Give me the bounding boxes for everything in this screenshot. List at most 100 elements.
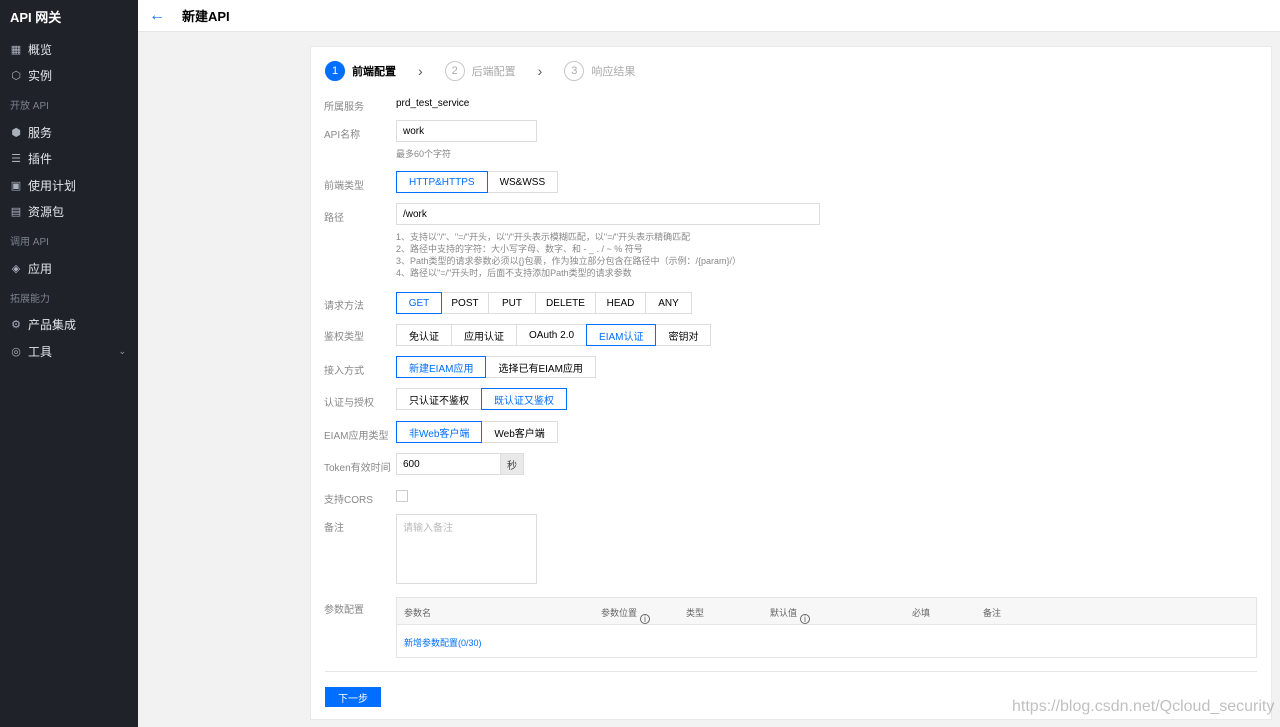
package-icon: ▤ [10,206,22,219]
sidebar-item-plugin[interactable]: ☰ 插件 [0,146,138,173]
step-backend[interactable]: 2 后端配置 [444,61,516,81]
method-delete[interactable]: DELETE [535,292,596,314]
eiam-type-web[interactable]: Web客户端 [481,421,558,443]
path-input[interactable]: /work [396,203,820,225]
step-label: 后端配置 [471,66,516,78]
method-head[interactable]: HEAD [595,292,646,314]
col-type: 类型 [686,608,705,618]
page-header: ← 新建API [138,0,1280,32]
frontend-type-ws[interactable]: WS&WSS [486,171,559,193]
sidebar-item-label: 插件 [28,152,53,167]
path-hint-2: 2、路径中支持的字符：大小写字母、数字、和 - _ . / ~ % 符号 [396,244,643,254]
cors-label: 支持CORS [324,495,373,506]
auth-type-group: 免认证 应用认证 OAuth 2.0 EIAM认证 密钥对 [396,324,712,346]
sidebar-item-tools[interactable]: ◎ 工具 ⌄ [0,338,138,365]
sidebar-item-label: 实例 [28,69,53,84]
back-arrow-icon[interactable]: ← [138,7,176,25]
remark-textarea[interactable]: 请输入备注 [396,514,537,584]
access-new-eiam[interactable]: 新建EIAM应用 [396,356,487,378]
eiam-type-group: 非Web客户端 Web客户端 [396,421,558,443]
eiam-type-non-web[interactable]: 非Web客户端 [396,421,483,443]
method-any[interactable]: ANY [645,292,692,314]
step-number: 1 [325,61,345,81]
api-name-input[interactable]: work [396,120,537,142]
step-response[interactable]: 3 响应结果 [564,61,635,81]
layers-icon: ◈ [11,262,21,275]
sidebar-item-service[interactable]: ⬢ 服务 [0,119,138,146]
path-hint-1: 1、支持以"/"、"=/"开头，以"/"开头表示模糊匹配，以"=/"开头表示精确… [396,232,691,242]
info-icon[interactable]: i [640,614,651,624]
col-label: 默认值 [770,608,798,618]
auth-type-app[interactable]: 应用认证 [451,324,517,346]
api-name-label: API名称 [324,130,361,141]
path-hint-4: 4、路径以"=/"开头时，后面不支持添加Path类型的请求参数 [396,268,632,278]
frontend-type-http[interactable]: HTTP&HTTPS [396,171,488,193]
sidebar-item-overview[interactable]: ▦ 概览 [0,36,138,63]
auth-type-keypair[interactable]: 密钥对 [655,324,712,346]
remark-label: 备注 [324,523,344,534]
path-hint-3: 3、Path类型的请求参数必须以{}包裹，作为独立部分包含在路径中（示例：/{p… [396,256,742,266]
eiam-type-label: EIAM应用类型 [324,431,389,442]
page-title: 新建API [182,9,230,24]
token-ttl-input[interactable]: 600 [396,453,501,475]
sidebar-item-label: 概览 [28,42,53,57]
sidebar-item-label: 资源包 [28,205,65,220]
auth-type-label: 鉴权类型 [324,332,364,343]
step-number: 3 [564,61,585,81]
chevron-right-icon: › [418,63,423,79]
col-required: 必填 [912,608,931,618]
step-label: 前端配置 [352,66,396,78]
sidebar-item-label: 应用 [28,261,53,276]
sidebar-group-extend: 拓展能力 [10,293,50,305]
step-number: 2 [444,61,465,81]
token-ttl-unit: 秒 [500,453,524,475]
access-existing-eiam[interactable]: 选择已有EIAM应用 [485,356,596,378]
chevron-down-icon: ⌄ [118,345,126,356]
access-group: 新建EIAM应用 选择已有EIAM应用 [396,356,596,378]
method-get[interactable]: GET [396,292,442,314]
auth-type-oauth[interactable]: OAuth 2.0 [516,324,588,346]
cors-checkbox[interactable] [396,490,408,502]
sidebar-item-label: 工具 [28,344,53,359]
auth-and-grant[interactable]: 既认证又鉴权 [481,388,567,410]
sidebar-item-label: 服务 [28,125,53,140]
col-remark: 备注 [983,608,1002,618]
sidebar-item-application[interactable]: ◈ 应用 [0,255,138,282]
next-button[interactable]: 下一步 [325,687,381,707]
tool-icon: ◎ [11,345,21,358]
api-name-hint: 最多60个字符 [396,149,452,159]
auth-type-none[interactable]: 免认证 [396,324,452,346]
divider [325,671,1257,672]
auth-grant-group: 只认证不鉴权 既认证又鉴权 [396,388,567,410]
grid-icon: ▦ [10,43,22,56]
watermark: https://blog.csdn.net/Qcloud_security [1012,698,1275,715]
params-label: 参数配置 [324,605,364,616]
sidebar: API 网关 ▦ 概览 ⬡ 实例 开放 API ⬢ 服务 ☰ 插件 ▣ 使用计划… [0,0,138,727]
access-label: 接入方式 [324,366,364,377]
step-frontend[interactable]: 1 前端配置 [325,61,396,81]
method-post[interactable]: POST [441,292,489,314]
sidebar-item-instance[interactable]: ⬡ 实例 [0,63,138,90]
params-table-header: 参数名 参数位置 i 类型 默认值 i 必填 备注 [397,598,1256,625]
sidebar-item-package[interactable]: ▤ 资源包 [0,199,138,226]
info-icon[interactable]: i [800,614,811,624]
sidebar-group-open-api: 开放 API [10,101,49,112]
auth-type-eiam[interactable]: EIAM认证 [586,324,657,346]
frontend-type-group: HTTP&HTTPS WS&WSS [396,171,559,193]
cube-icon: ⬡ [11,70,21,83]
method-label: 请求方法 [324,301,364,312]
frontend-type-label: 前端类型 [324,181,364,192]
chevron-right-icon: › [537,63,543,79]
sidebar-item-label: 使用计划 [28,178,77,193]
add-param-link[interactable]: 新增参数配置(0/30) [404,636,482,649]
sidebar-item-integration[interactable]: ⚙ 产品集成 [0,312,138,339]
auth-grant-label: 认证与授权 [324,398,374,409]
integration-icon: ⚙ [11,319,21,332]
col-default: 默认值 i [770,606,811,624]
service-label: 所属服务 [324,102,364,113]
method-put[interactable]: PUT [488,292,536,314]
token-ttl-label: Token有效时间 [324,463,391,474]
sidebar-item-usage-plan[interactable]: ▣ 使用计划 [0,172,138,199]
sliders-icon: ☰ [11,153,21,166]
auth-only[interactable]: 只认证不鉴权 [396,388,482,410]
